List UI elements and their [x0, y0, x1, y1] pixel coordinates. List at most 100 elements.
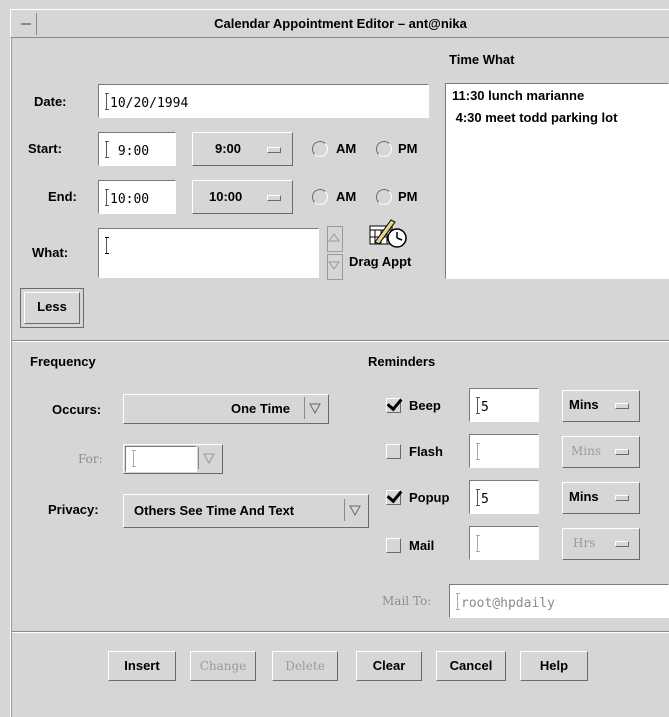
beep-unit: Mins	[569, 397, 599, 412]
end-label: End:	[48, 189, 77, 204]
date-label: Date:	[34, 94, 67, 109]
start-time-menu[interactable]: 9:00	[192, 132, 293, 166]
help-button[interactable]: Help	[520, 651, 588, 681]
privacy-label: Privacy:	[48, 502, 99, 517]
flash-unit-menu[interactable]: Mins	[562, 436, 640, 468]
checkmark-icon	[386, 486, 403, 504]
chevron-down-icon[interactable]	[198, 447, 219, 469]
title-bar[interactable]: Calendar Appointment Editor – ant@nika	[10, 9, 669, 38]
menu-mark-icon	[615, 403, 629, 409]
flash-label: Flash	[409, 444, 443, 459]
menu-mark-icon	[267, 195, 281, 201]
end-am-radio[interactable]	[312, 189, 328, 205]
end-time-menu[interactable]: 10:00	[192, 180, 293, 214]
occurs-label: Occurs:	[52, 402, 102, 417]
beep-label: Beep	[409, 398, 441, 413]
mail-value-field[interactable]	[469, 526, 539, 560]
chevron-down-icon[interactable]	[304, 397, 325, 419]
text-cursor	[105, 141, 109, 158]
drag-appointment-icon[interactable]	[367, 216, 407, 250]
text-cursor	[105, 189, 109, 206]
mail-to-value: root@hpdaily	[461, 596, 555, 611]
popup-unit-menu[interactable]: Mins	[562, 482, 640, 514]
chevron-down-icon[interactable]	[344, 499, 365, 521]
popup-label: Popup	[409, 490, 450, 505]
privacy-value: Others See Time And Text	[134, 503, 295, 518]
list-header: Time What	[449, 52, 515, 67]
start-time-field[interactable]: 9:00	[98, 132, 176, 166]
mail-to-label: Mail To:	[382, 594, 432, 608]
popup-checkbox[interactable]	[386, 486, 403, 505]
clear-button[interactable]: Clear	[356, 651, 422, 681]
occurs-combo[interactable]: One Time	[123, 394, 329, 424]
for-field[interactable]	[125, 446, 197, 472]
delete-button[interactable]: Delete	[272, 651, 338, 681]
text-cursor	[105, 93, 109, 110]
text-cursor	[476, 443, 480, 460]
flash-value-field[interactable]	[469, 434, 539, 468]
popup-unit: Mins	[569, 489, 599, 504]
menu-mark-icon	[615, 495, 629, 501]
what-scrollbar[interactable]	[327, 226, 343, 280]
menu-mark-icon	[267, 147, 281, 153]
mail-unit: Hrs	[573, 536, 596, 550]
separator	[12, 631, 669, 633]
end-menu-label: 10:00	[209, 189, 243, 204]
mail-checkbox[interactable]	[386, 538, 401, 553]
drag-appt-label: Drag Appt	[349, 254, 412, 269]
mail-to-field[interactable]: root@hpdaily	[449, 584, 669, 618]
separator	[12, 340, 669, 342]
start-am-radio[interactable]	[312, 141, 328, 157]
text-cursor	[476, 489, 480, 506]
beep-checkbox[interactable]	[386, 394, 403, 413]
frequency-heading: Frequency	[30, 354, 96, 369]
what-label: What:	[32, 245, 69, 260]
text-cursor	[132, 450, 136, 467]
end-time-field[interactable]: 10:00	[98, 180, 176, 214]
end-time-value: 10:00	[110, 192, 150, 207]
end-am-label: AM	[336, 189, 357, 204]
date-field[interactable]: 10/20/1994	[98, 84, 429, 118]
date-value: 10/20/1994	[110, 96, 189, 111]
start-label: Start:	[28, 141, 62, 156]
for-combo[interactable]	[123, 444, 223, 474]
beep-unit-menu[interactable]: Mins	[562, 390, 640, 422]
text-cursor	[476, 535, 480, 552]
end-pm-radio[interactable]	[376, 189, 392, 205]
mail-label: Mail	[409, 538, 435, 553]
start-pm-radio[interactable]	[376, 141, 392, 157]
insert-button[interactable]: Insert	[108, 651, 176, 681]
beep-value-field[interactable]: 5	[469, 388, 539, 422]
flash-checkbox[interactable]	[386, 444, 401, 459]
what-field[interactable]	[98, 228, 319, 278]
reminders-heading: Reminders	[368, 354, 436, 369]
flash-unit: Mins	[571, 444, 602, 458]
text-cursor	[105, 237, 109, 254]
change-button[interactable]: Change	[190, 651, 256, 681]
less-button[interactable]: Less	[24, 292, 80, 324]
start-menu-label: 9:00	[215, 141, 242, 156]
menu-mark-icon	[615, 541, 629, 547]
start-pm-label: PM	[398, 141, 418, 156]
text-cursor	[476, 397, 480, 414]
end-pm-label: PM	[398, 189, 418, 204]
privacy-combo[interactable]: Others See Time And Text	[123, 494, 369, 528]
for-label: For:	[78, 452, 103, 466]
scroll-up-button[interactable]	[327, 226, 343, 252]
appointment-list[interactable]: 11:30 lunch marianne 4:30 meet todd park…	[445, 83, 669, 279]
menu-mark-icon	[615, 449, 629, 455]
cancel-button[interactable]: Cancel	[436, 651, 506, 681]
start-am-label: AM	[336, 141, 357, 156]
list-item[interactable]: 11:30 lunch marianne	[452, 88, 584, 103]
beep-value: 5	[481, 400, 489, 415]
popup-value: 5	[481, 492, 489, 507]
window-title: Calendar Appointment Editor – ant@nika	[214, 16, 467, 31]
popup-value-field[interactable]: 5	[469, 480, 539, 514]
window-frame	[10, 38, 12, 717]
mail-unit-menu[interactable]: Hrs	[562, 528, 640, 560]
text-cursor	[456, 593, 460, 610]
list-item[interactable]: 4:30 meet todd parking lot	[452, 110, 618, 125]
scroll-down-button[interactable]	[327, 254, 343, 280]
checkmark-icon	[386, 394, 403, 412]
start-time-value: 9:00	[110, 144, 150, 159]
